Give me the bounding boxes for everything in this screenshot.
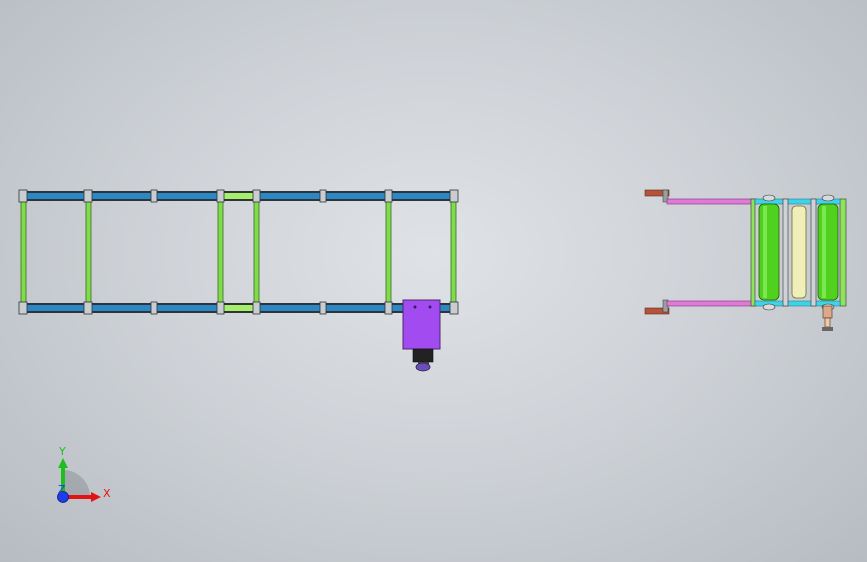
model-canvas: Y X Z [18,189,847,503]
joint-plate [252,301,261,315]
roller-divider [810,198,817,307]
frame-post [20,198,27,306]
x-axis-arrow-icon [91,492,101,502]
joint-plate [216,189,225,203]
frame-post [385,198,392,306]
bearing [762,194,776,202]
joint-plate [449,301,459,315]
frame-post [253,198,260,306]
guide-rail-top [666,198,758,205]
y-axis-arrow-icon [58,458,68,468]
roller-highlight [763,206,767,298]
orientation-triad[interactable]: Y X Z [57,445,112,503]
cylinder-body [822,305,833,319]
frame-post [85,198,92,306]
joint-plate [319,301,327,315]
joint-plate [384,189,393,203]
cylinder-foot [822,327,833,331]
roller-highlight [822,206,826,298]
bearing [821,194,835,202]
tension-cylinder [822,305,833,331]
bearing [762,303,776,311]
roller-side-frame [839,198,847,307]
joint-plate [384,301,393,315]
motor-gearbox [402,299,441,350]
x-axis-label: X [103,487,111,500]
conveyor-frame[interactable] [18,189,459,315]
joint-plate [83,189,93,203]
frame-top-accent [223,193,255,199]
joint-plate [18,189,28,203]
guide-rail-bottom [666,300,758,307]
joint-plate [150,301,158,315]
roller-side-frame [750,198,756,307]
frame-joints [18,189,459,315]
roller-cream [791,205,807,299]
motor-body [412,348,434,363]
joint-plate [449,189,459,203]
joint-plate [150,189,158,203]
cylinder-rod [824,317,831,328]
roller-green [758,203,780,301]
motor-end-cap [415,362,431,372]
frame-posts [20,198,457,306]
roller-green [817,203,839,301]
z-axis-label: Z [58,483,66,496]
roller [817,203,839,301]
joint-plate [83,301,93,315]
roller-divider [782,198,789,307]
joint-plate [319,189,327,203]
roller [758,203,780,301]
motor-bolt [428,305,432,309]
drive-motor[interactable] [402,299,441,372]
roller-unit[interactable] [644,189,847,331]
cad-viewport[interactable]: Y X Z [0,0,867,562]
frame-post [450,198,457,306]
joint-plate [18,301,28,315]
motor-bolt [413,305,417,309]
joint-plate [252,189,261,203]
roller [791,205,807,299]
frame-bottom-accent [223,305,255,311]
y-axis-label: Y [58,445,66,458]
frame-post [217,198,224,306]
joint-plate [216,301,225,315]
